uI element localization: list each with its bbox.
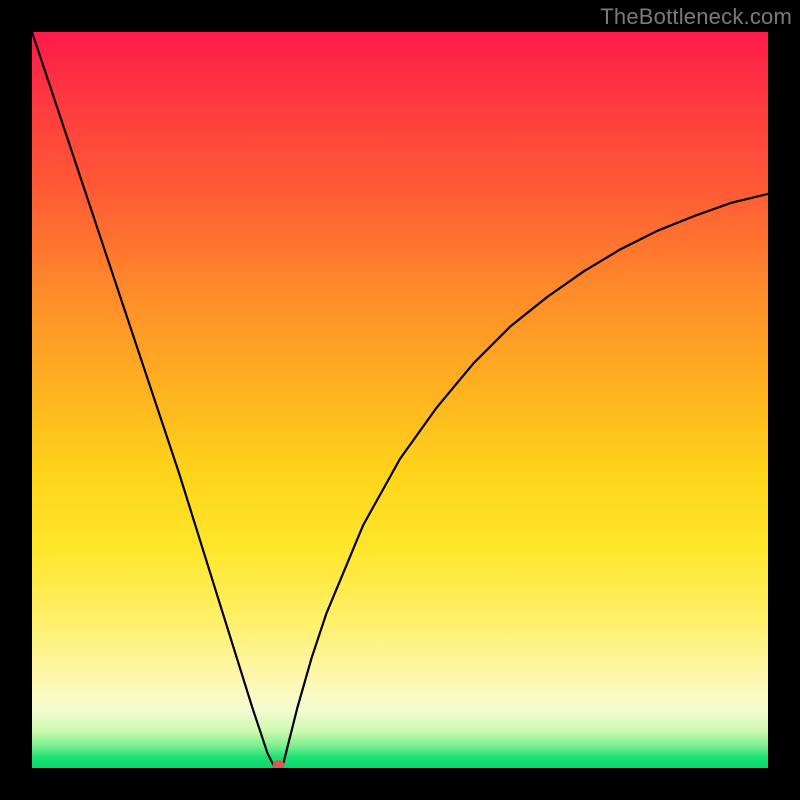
- plot-area: [32, 32, 768, 768]
- bottleneck-curve: [32, 32, 768, 768]
- curve-layer: [32, 32, 768, 768]
- chart-frame: TheBottleneck.com: [0, 0, 800, 800]
- watermark-text: TheBottleneck.com: [600, 4, 792, 30]
